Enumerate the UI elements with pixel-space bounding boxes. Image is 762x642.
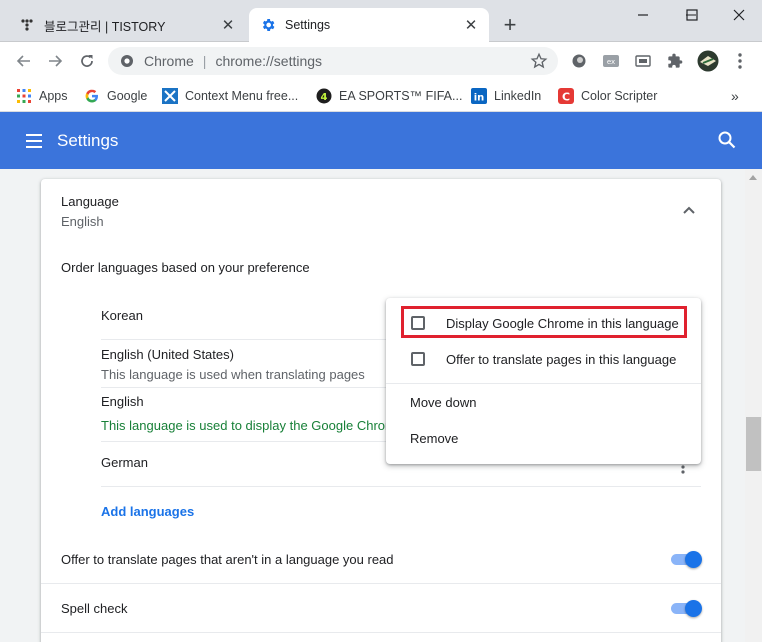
offer-translate-label: Offer to translate pages that aren't in …	[61, 552, 394, 567]
hamburger-menu-icon[interactable]	[24, 131, 44, 151]
language-heading: Language	[61, 194, 119, 209]
menu-item-display-language[interactable]: Display Google Chrome in this language	[386, 308, 701, 340]
more-menu-icon[interactable]	[731, 52, 749, 70]
apps-grid-icon	[16, 88, 32, 104]
tab-tistory[interactable]: 블로그관리 | TISTORY ✕	[8, 8, 246, 42]
google-icon	[84, 88, 100, 104]
language-note-display: This language is used to display the Goo…	[101, 418, 396, 433]
menu-item-label: Remove	[410, 431, 459, 446]
bookmark-label: EA SPORTS™ FIFA...	[339, 89, 463, 103]
spell-check-label: Spell check	[61, 601, 128, 616]
display-language-checkbox[interactable]	[411, 316, 425, 330]
menu-item-move-down[interactable]: Move down	[386, 390, 701, 418]
extension-circle-icon[interactable]	[570, 52, 588, 70]
browser-toolbar: Chrome | chrome://settings ex	[0, 42, 762, 80]
context-menu-icon	[162, 88, 178, 104]
linkedin-icon: in	[471, 88, 487, 104]
scroll-up-icon[interactable]	[749, 175, 757, 180]
bookmark-label: Context Menu free...	[185, 89, 299, 103]
bookmark-label: Apps	[39, 89, 68, 103]
chrome-logo-icon	[120, 54, 134, 68]
settings-gear-icon	[259, 16, 277, 34]
bookmark-label: Color Scripter	[581, 89, 658, 103]
language-current: English	[61, 214, 104, 229]
order-languages-label: Order languages based on your preference	[61, 260, 310, 275]
bookmark-linkedin[interactable]: in LinkedIn	[471, 84, 541, 108]
window-close-icon[interactable]	[716, 0, 762, 30]
extensions-puzzle-icon[interactable]	[666, 52, 684, 70]
maximize-icon[interactable]	[669, 0, 715, 30]
bookmarks-overflow-icon[interactable]: »	[731, 84, 739, 108]
bookmark-color-scripter[interactable]: C Color Scripter	[558, 84, 657, 108]
bookmark-context-menu[interactable]: Context Menu free...	[162, 84, 298, 108]
menu-item-label: Offer to translate pages in this languag…	[446, 352, 677, 367]
extension-box-icon[interactable]: ex	[602, 52, 620, 70]
menu-divider	[386, 383, 701, 384]
divider	[41, 583, 721, 584]
profile-avatar[interactable]	[696, 49, 720, 73]
spell-check-toggle[interactable]	[669, 598, 703, 618]
back-icon[interactable]	[11, 48, 37, 74]
svg-text:4: 4	[321, 92, 328, 103]
minimize-icon[interactable]	[620, 0, 666, 30]
bookmark-label: Google	[107, 89, 148, 103]
language-context-menu: Display Google Chrome in this language O…	[386, 298, 701, 464]
page-title: Settings	[57, 131, 119, 150]
language-item-korean: Korean	[101, 308, 143, 323]
divider	[41, 632, 721, 633]
omnibox-chip: Chrome	[144, 53, 194, 69]
bookmark-label: LinkedIn	[494, 89, 542, 103]
reload-icon[interactable]	[74, 48, 100, 74]
tab-title: 블로그관리 | TISTORY	[44, 19, 166, 34]
svg-text:in: in	[474, 93, 485, 104]
tab-settings[interactable]: Settings ✕	[249, 8, 489, 42]
add-languages-button[interactable]: Add languages	[101, 504, 194, 519]
tistory-icon	[18, 16, 36, 34]
bookmarks-bar: Apps Google Context Menu free... 4 EA SP…	[0, 80, 762, 112]
svg-text:ex: ex	[607, 58, 615, 66]
tab-title: Settings	[285, 18, 331, 32]
language-note: This language is used when translating p…	[101, 367, 365, 382]
language-item-english: English	[101, 394, 144, 409]
menu-item-offer-translate[interactable]: Offer to translate pages in this languag…	[386, 343, 701, 375]
offer-translate-toggle[interactable]	[669, 549, 703, 569]
new-tab-button[interactable]: +	[498, 12, 522, 37]
divider	[101, 486, 701, 487]
bookmark-apps[interactable]: Apps	[16, 84, 68, 108]
offer-translate-checkbox[interactable]	[411, 352, 425, 366]
close-icon[interactable]: ✕	[220, 17, 236, 34]
svg-text:C: C	[562, 91, 570, 104]
scrollbar-thumb[interactable]	[746, 417, 761, 471]
address-bar[interactable]: Chrome | chrome://settings	[108, 47, 558, 75]
extension-screen-icon[interactable]	[634, 52, 652, 70]
page-scrollbar[interactable]	[745, 169, 762, 642]
bookmark-fifa[interactable]: 4 EA SPORTS™ FIFA...	[316, 84, 462, 108]
bookmark-star-icon[interactable]	[530, 52, 548, 70]
omnibox-separator: |	[202, 53, 207, 69]
close-icon[interactable]: ✕	[463, 17, 479, 34]
forward-icon[interactable]	[42, 48, 68, 74]
language-item-english-us: English (United States)	[101, 347, 234, 362]
settings-header: Settings	[0, 112, 762, 169]
chevron-up-icon[interactable]	[682, 203, 696, 218]
url-text: chrome://settings	[215, 53, 323, 69]
bookmark-google[interactable]: Google	[84, 84, 147, 108]
menu-item-label: Move down	[410, 395, 477, 410]
search-icon[interactable]	[717, 130, 739, 152]
color-scripter-icon: C	[558, 88, 574, 104]
menu-item-label: Display Google Chrome in this language	[446, 316, 679, 331]
language-item-german: German	[101, 455, 148, 470]
fifa-icon: 4	[316, 88, 332, 104]
menu-item-remove[interactable]: Remove	[386, 426, 701, 454]
